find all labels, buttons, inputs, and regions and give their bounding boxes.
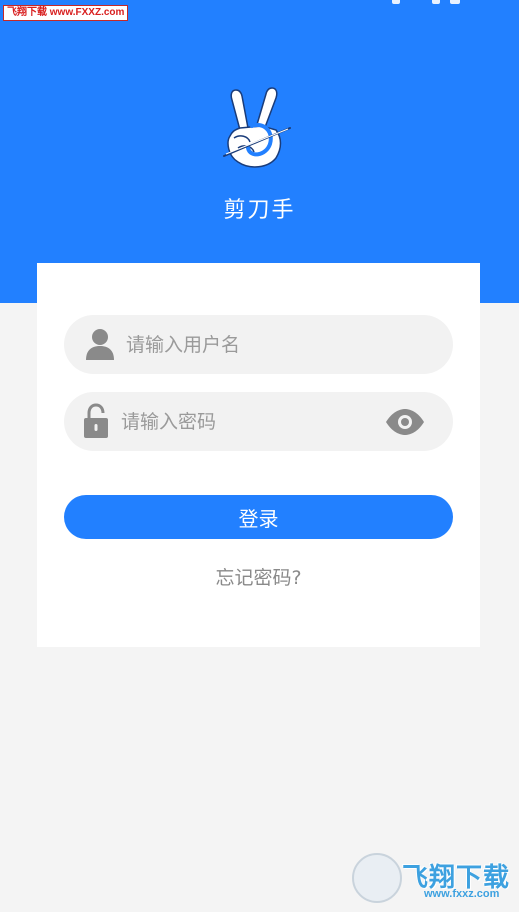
username-input[interactable] xyxy=(126,315,426,374)
status-bar xyxy=(392,0,472,6)
forgot-password-link[interactable]: 忘记密码? xyxy=(37,563,480,590)
watermark-logo xyxy=(352,853,402,903)
eye-icon[interactable] xyxy=(384,408,426,436)
user-icon xyxy=(86,329,114,360)
watermark-top: 飞翔下载 www.FXXZ.com xyxy=(3,5,129,21)
watermark-bottom: 飞翔下载 www.fxxz.com xyxy=(352,853,512,905)
password-input[interactable] xyxy=(121,392,371,451)
login-card: 登录 忘记密码? xyxy=(37,263,480,647)
header-banner: 飞翔下载 www.FXXZ.com 剪刀手 xyxy=(0,0,519,303)
app-name: 剪刀手 xyxy=(223,198,296,223)
watermark-url: www.fxxz.com xyxy=(424,888,500,900)
login-button[interactable]: 登录 xyxy=(64,495,453,539)
password-field[interactable] xyxy=(64,392,453,451)
username-field[interactable] xyxy=(64,315,453,374)
lock-icon xyxy=(84,403,108,438)
victory-hand-icon xyxy=(223,87,291,168)
